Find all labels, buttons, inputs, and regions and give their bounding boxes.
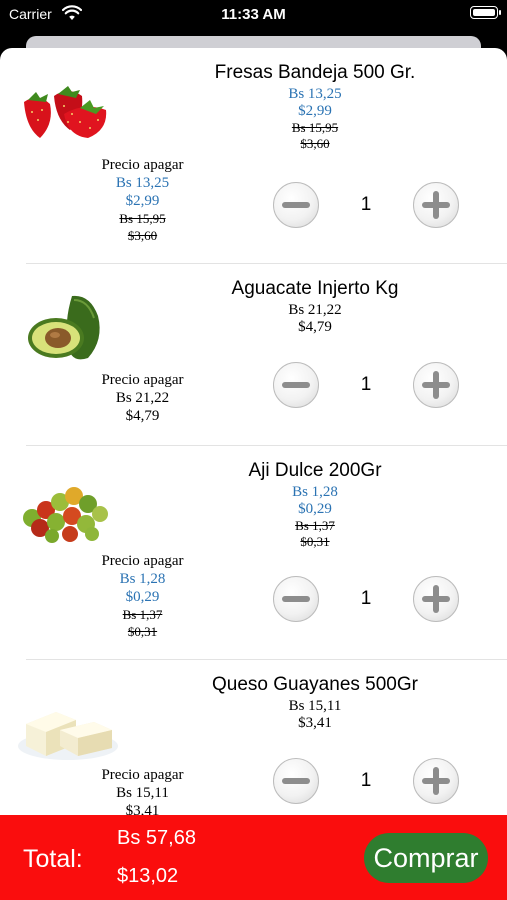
pay-price-usd: $2,99	[125, 193, 160, 209]
total-usd: $13,02	[117, 865, 179, 887]
pay-price-label: Precio apagar	[101, 767, 184, 783]
battery-icon	[470, 6, 501, 19]
pay-price-block: Precio apagar Bs 13,25 $2,99 Bs 15,95 $3…	[60, 156, 225, 244]
minus-icon	[282, 596, 310, 602]
cart-item: Aguacate Injerto Kg Bs 21,22 $4,79 Preci…	[0, 264, 507, 446]
product-name: Aguacate Injerto Kg	[231, 278, 399, 299]
price-bs: Bs 21,22	[288, 302, 342, 318]
product-prices: Bs 15,11 $3,41	[195, 698, 435, 732]
pay-price-usd: $4,79	[125, 408, 160, 424]
buy-button[interactable]: Comprar	[364, 833, 488, 883]
pay-price-label: Precio apagar	[101, 157, 184, 173]
clock: 11:33 AM	[221, 6, 286, 23]
increase-quantity-button[interactable]	[413, 758, 459, 804]
old-price-usd: $0,31	[300, 534, 330, 549]
pay-price-block: Precio apagar Bs 15,11 $3,41	[60, 766, 225, 820]
cheese-image	[18, 712, 118, 760]
checkout-bar: Total: Bs 57,68 $13,02 Comprar	[0, 815, 507, 900]
avocado-image	[28, 295, 100, 360]
status-bar: Carrier 11:33 AM	[0, 0, 507, 30]
price-usd: $4,79	[298, 319, 332, 335]
quantity-value: 1	[360, 770, 372, 791]
price-bs: Bs 15,11	[288, 698, 342, 714]
quantity-value: 1	[360, 588, 372, 609]
total-label: Total:	[23, 845, 83, 873]
cart-item: Fresas Bandeja 500 Gr. Bs 13,25 $2,99 Bs…	[0, 48, 507, 264]
product-prices: Bs 13,25 $2,99 Bs 15,95 $3,60	[195, 86, 435, 152]
pay-price-usd: $0,29	[125, 589, 160, 605]
cart-item: Aji Dulce 200Gr Bs 1,28 $0,29 Bs 1,37 $0…	[0, 446, 507, 660]
increase-quantity-button[interactable]	[413, 182, 459, 228]
pay-price-bs: Bs 15,11	[116, 785, 169, 801]
increase-quantity-button[interactable]	[413, 362, 459, 408]
pay-price-bs: Bs 21,22	[115, 390, 170, 406]
product-prices: Bs 1,28 $0,29 Bs 1,37 $0,31	[195, 484, 435, 550]
pay-price-label: Precio apagar	[101, 372, 184, 388]
total-bs: Bs 57,68	[117, 827, 196, 849]
decrease-quantity-button[interactable]	[273, 576, 319, 622]
minus-icon	[282, 202, 310, 208]
old-price-bs: Bs 15,95	[291, 120, 339, 135]
product-name: Queso Guayanes 500Gr	[212, 674, 418, 695]
pay-price-bs: Bs 13,25	[115, 175, 170, 191]
decrease-quantity-button[interactable]	[273, 182, 319, 228]
pay-price-bs: Bs 1,28	[119, 571, 166, 587]
product-name: Fresas Bandeja 500 Gr.	[214, 62, 416, 83]
product-prices: Bs 21,22 $4,79	[195, 302, 435, 336]
product-name: Aji Dulce 200Gr	[248, 460, 382, 481]
cart-sheet[interactable]: Fresas Bandeja 500 Gr. Bs 13,25 $2,99 Bs…	[0, 48, 507, 900]
decrease-quantity-button[interactable]	[273, 758, 319, 804]
pay-price-block: Precio apagar Bs 1,28 $0,29 Bs 1,37 $0,3…	[60, 552, 225, 640]
price-bs: Bs 1,28	[292, 484, 338, 500]
minus-icon	[282, 778, 310, 784]
pay-old-price-usd: $0,31	[127, 624, 158, 639]
pay-old-price-usd: $3,60	[127, 228, 158, 243]
old-price-usd: $3,60	[300, 136, 330, 151]
sweet-peppers-image	[23, 487, 108, 543]
price-usd: $2,99	[298, 103, 332, 119]
quantity-value: 1	[360, 194, 372, 215]
price-usd: $0,29	[298, 501, 332, 517]
price-bs: Bs 13,25	[288, 86, 342, 102]
pay-old-price-bs: Bs 1,37	[122, 607, 163, 622]
price-usd: $3,41	[298, 715, 332, 731]
pay-old-price-bs: Bs 15,95	[119, 211, 166, 226]
minus-icon	[282, 382, 310, 388]
decrease-quantity-button[interactable]	[273, 362, 319, 408]
quantity-value: 1	[360, 374, 372, 395]
pay-price-label: Precio apagar	[101, 553, 184, 569]
strawberries-image	[24, 86, 107, 138]
old-price-bs: Bs 1,37	[295, 518, 335, 533]
pay-price-block: Precio apagar Bs 21,22 $4,79	[60, 371, 225, 425]
increase-quantity-button[interactable]	[413, 576, 459, 622]
